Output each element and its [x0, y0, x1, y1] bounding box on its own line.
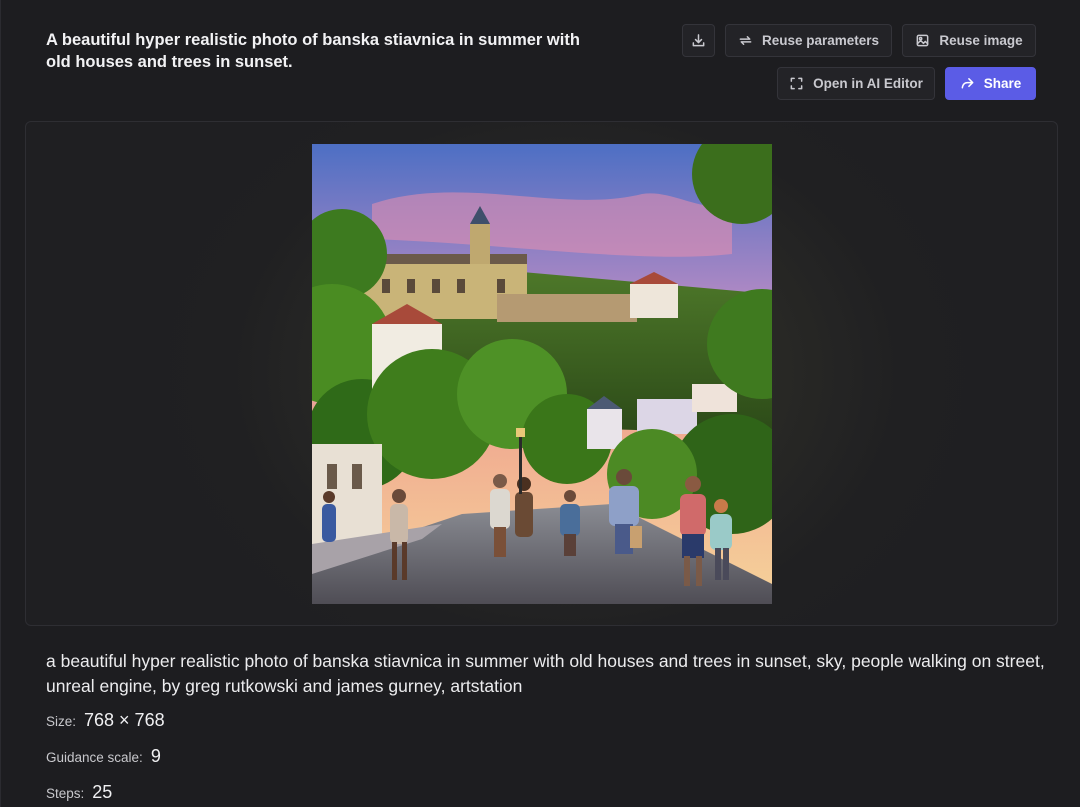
prompt-text: a beautiful hyper realistic photo of ban… — [46, 651, 1045, 696]
reuse-image-button[interactable]: Reuse image — [902, 24, 1036, 57]
reuse-image-label: Reuse image — [939, 33, 1023, 48]
reuse-parameters-label: Reuse parameters — [761, 33, 880, 48]
download-button[interactable] — [682, 24, 715, 57]
generated-image[interactable] — [312, 144, 772, 604]
steps-field: Steps: 25 — [46, 782, 112, 803]
reuse-parameters-button[interactable]: Reuse parameters — [725, 24, 892, 57]
share-label: Share — [983, 76, 1022, 91]
image-icon — [916, 34, 929, 47]
image-preview — [25, 121, 1058, 626]
steps-value: 25 — [92, 782, 113, 802]
size-value: 768 × 768 — [84, 710, 165, 730]
share-icon — [961, 78, 974, 89]
repeat-icon — [739, 36, 752, 45]
page-title: A beautiful hyper realistic photo of ban… — [46, 31, 580, 71]
size-field: Size: 768 × 768 — [46, 710, 165, 731]
open-ai-editor-label: Open in AI Editor — [813, 76, 923, 91]
steps-label: Steps: — [46, 786, 85, 801]
open-ai-editor-button[interactable]: Open in AI Editor — [777, 67, 935, 100]
guidance-scale-label: Guidance scale: — [46, 750, 143, 765]
download-icon — [692, 34, 705, 47]
guidance-scale-field: Guidance scale: 9 — [46, 746, 161, 767]
expand-icon — [790, 77, 803, 90]
guidance-scale-value: 9 — [150, 746, 161, 766]
share-button[interactable]: Share — [945, 67, 1036, 100]
image-detail-panel: A beautiful hyper realistic photo of ban… — [0, 0, 1080, 807]
size-label: Size: — [46, 714, 77, 729]
